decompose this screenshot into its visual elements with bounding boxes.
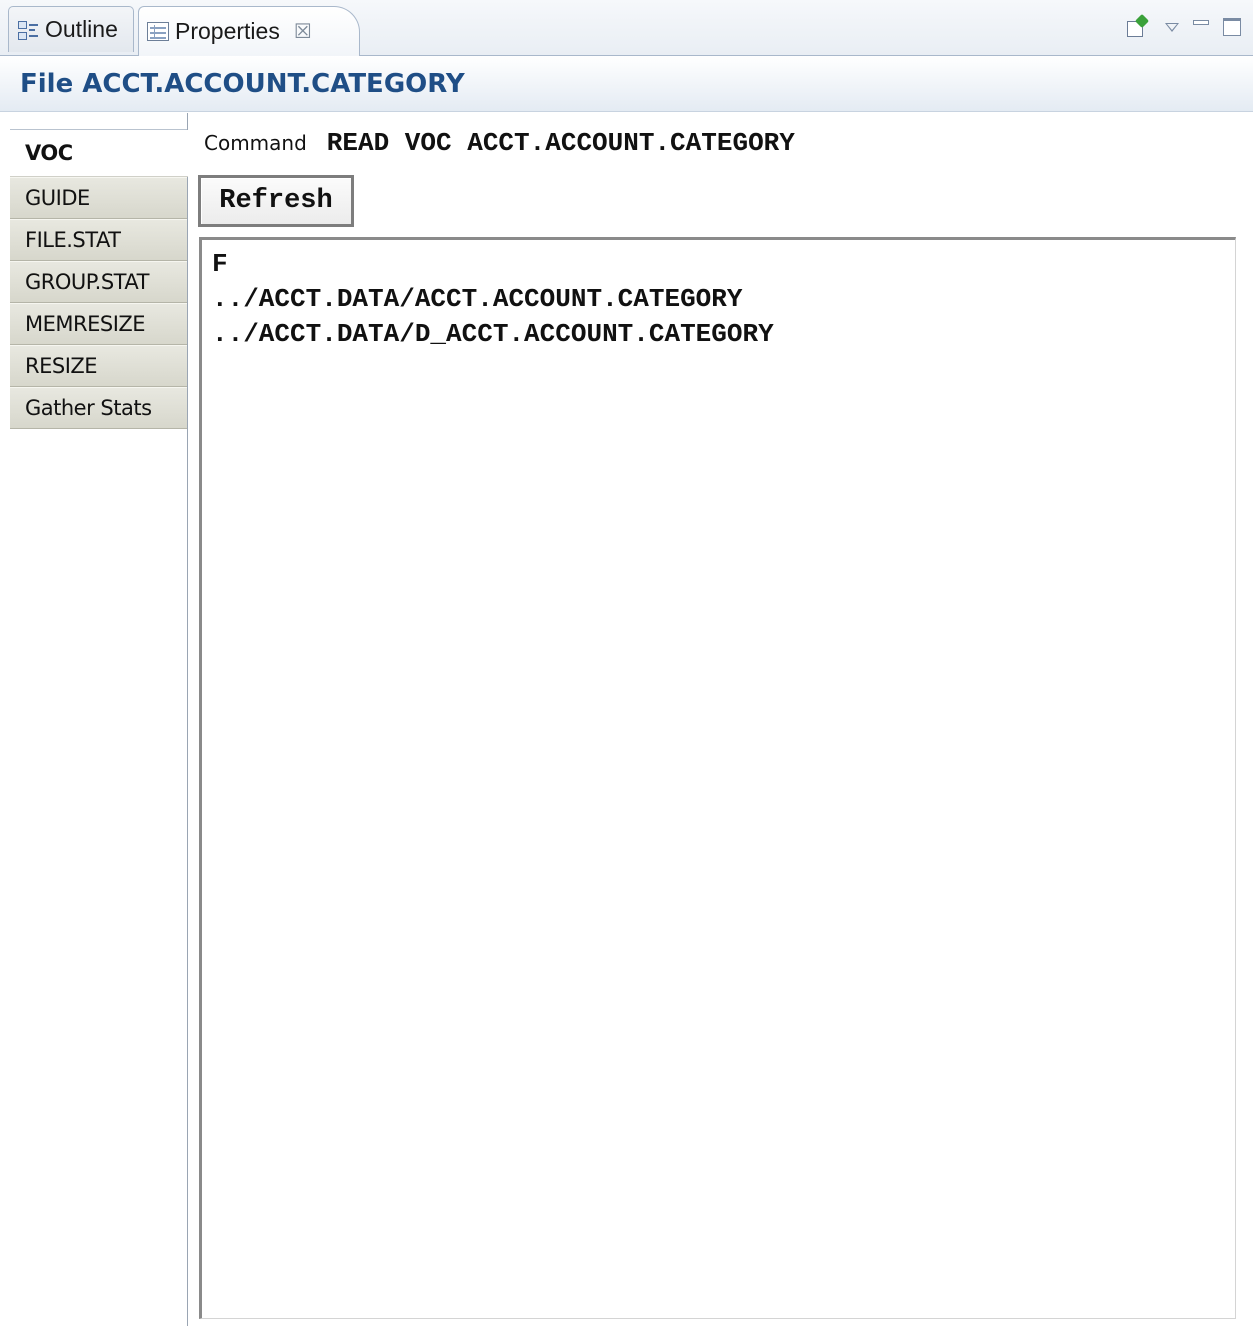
property-tab-memresize[interactable]: MEMRESIZE [10,303,187,345]
property-tab-label: Gather Stats [25,396,152,420]
view-tab-strip: Outline Properties ☒ [0,0,1253,57]
close-icon[interactable]: ☒ [294,19,312,44]
command-output[interactable]: F ../ACCT.DATA/ACCT.ACCOUNT.CATEGORY ../AC… [199,237,1236,1319]
properties-view: Outline Properties ☒ File ACCT.ACCOUNT.C… [0,0,1253,1326]
property-tab-voc[interactable]: VOC [10,130,188,177]
page-title: File ACCT.ACCOUNT.CATEGORY [0,56,1253,112]
command-label: Command [204,131,307,155]
output-line: ../ACCT.DATA/D_ACCT.ACCOUNT.CATEGORY [212,319,774,349]
property-tab-group-stat[interactable]: GROUP.STAT [10,261,187,303]
command-value: READ VOC ACCT.ACCOUNT.CATEGORY [326,128,795,158]
property-content: Command READ VOC ACCT.ACCOUNT.CATEGORY R… [189,113,1253,1326]
maximize-icon[interactable] [1223,18,1241,36]
tab-properties-label: Properties [175,18,280,44]
property-tab-resize[interactable]: RESIZE [10,345,187,387]
property-tab-guide[interactable]: GUIDE [10,177,187,219]
view-toolbar [1125,12,1241,42]
output-line: ../ACCT.DATA/ACCT.ACCOUNT.CATEGORY [212,284,743,314]
refresh-button[interactable]: Refresh [198,175,354,227]
property-tab-label: VOC [25,141,73,165]
property-tab-file-stat[interactable]: FILE.STAT [10,219,187,261]
pin-icon[interactable] [1125,13,1151,40]
tab-properties[interactable]: Properties ☒ [138,6,360,57]
tab-outline-label: Outline [45,16,118,42]
property-tabs: VOC GUIDE FILE.STAT GROUP.STAT MEMRESIZE… [10,113,188,1326]
minimize-icon[interactable] [1193,19,1209,25]
view-menu-icon[interactable] [1165,22,1179,32]
property-tab-label: RESIZE [25,354,98,378]
outline-icon [17,19,39,41]
command-row: Command READ VOC ACCT.ACCOUNT.CATEGORY [204,127,795,159]
property-tab-label: GUIDE [25,186,90,210]
property-tab-label: FILE.STAT [25,228,121,252]
page-title-text: File ACCT.ACCOUNT.CATEGORY [20,68,465,99]
property-tab-gather-stats[interactable]: Gather Stats [10,387,187,429]
properties-icon [147,22,169,41]
tab-outline[interactable]: Outline [8,6,134,52]
property-tab-label: MEMRESIZE [25,312,146,336]
output-line: F [212,249,228,279]
property-tabs-top-spacer [10,113,187,130]
property-tab-label: GROUP.STAT [25,270,149,294]
